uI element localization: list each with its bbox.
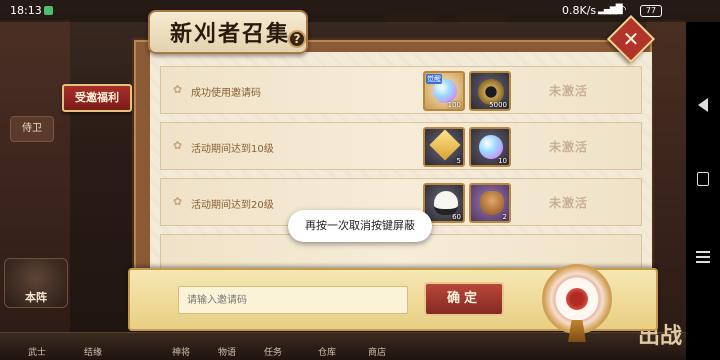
invite-code-panel: 确定	[128, 264, 658, 342]
title-plaque: 新刈者召集	[148, 10, 308, 54]
flower-icon: ✿	[173, 139, 183, 152]
recruit-dialog: ✿ 成功使用邀请码 觉醒 100 5000 未激活 ✿ 活动期间达到10级 5 …	[128, 10, 658, 342]
item-count: 60	[452, 213, 461, 221]
row-condition: 活动期间达到20级	[191, 200, 274, 211]
status-inactive: 未激活	[549, 140, 589, 154]
invite-code-input[interactable]	[178, 286, 408, 314]
reward-item-coin[interactable]: 5000	[469, 71, 511, 111]
status-time: 18:13	[10, 4, 42, 17]
dialog-title: 新刈者召集	[169, 21, 290, 47]
ornament-decoration	[530, 256, 626, 342]
recent-apps-icon[interactable]	[696, 248, 712, 264]
back-icon[interactable]	[698, 98, 708, 112]
nav-item-quest[interactable]: 任务	[264, 345, 282, 358]
row-condition: 活动期间达到10级	[191, 144, 274, 155]
nav-item-storage[interactable]: 仓库	[318, 345, 336, 358]
crystal-icon	[479, 135, 503, 159]
home-icon[interactable]	[697, 172, 709, 186]
item-count: 5000	[489, 101, 507, 109]
item-count: 100	[447, 101, 461, 109]
nav-item-samurai[interactable]: 武士	[28, 345, 46, 358]
gem-icon	[429, 129, 461, 161]
rice-ball-icon	[434, 191, 458, 215]
tab-invite-rewards[interactable]: 受邀福利	[62, 84, 132, 112]
flower-icon: ✿	[173, 83, 183, 96]
wifi-icon: ◠	[617, 3, 627, 16]
flower-icon: ✿	[173, 195, 183, 208]
reward-item-gem[interactable]: 5	[423, 127, 465, 167]
guard-button[interactable]: 侍卫	[10, 116, 54, 142]
status-inactive: 未激活	[549, 84, 589, 98]
notification-icon	[44, 6, 53, 15]
nav-item-shop[interactable]: 商店	[368, 345, 386, 358]
home-label: 本阵	[25, 291, 47, 304]
reward-row: ✿ 活动期间达到10级 5 10 未激活	[160, 122, 642, 170]
help-button[interactable]: ?	[288, 30, 306, 48]
close-icon: ✕	[622, 27, 640, 51]
nav-item-story[interactable]: 物语	[218, 345, 236, 358]
item-count: 5	[456, 157, 461, 165]
background-left-panel	[0, 20, 70, 360]
nav-item-bond[interactable]: 结缘	[84, 345, 102, 358]
reward-list: ✿ 成功使用邀请码 觉醒 100 5000 未激活 ✿ 活动期间达到10级 5 …	[150, 52, 652, 284]
nav-item-deity[interactable]: 神将	[172, 345, 190, 358]
item-count: 2	[502, 213, 507, 221]
confirm-button[interactable]: 确定	[424, 282, 504, 316]
reward-item-crystal[interactable]: 10	[469, 127, 511, 167]
item-count: 10	[498, 157, 507, 165]
status-inactive: 未激活	[549, 196, 589, 210]
home-button[interactable]: 本阵	[4, 258, 68, 308]
toast-message: 再按一次取消按键屏蔽	[288, 210, 432, 242]
flower-emblem-icon	[566, 288, 588, 310]
status-bar: 18:13 0.8K/s ▂▄▆█ ◠ 77	[0, 0, 720, 22]
reward-item-orb[interactable]: 觉醒 100	[423, 71, 465, 111]
system-navigation-bar	[686, 22, 720, 360]
battery-icon: 77	[640, 5, 662, 17]
reward-item-bag[interactable]: 2	[469, 183, 511, 223]
row-condition: 成功使用邀请码	[191, 88, 261, 99]
network-speed: 0.8K/s	[562, 4, 597, 17]
item-tag: 觉醒	[426, 74, 442, 84]
reward-row: ✿ 成功使用邀请码 觉醒 100 5000 未激活	[160, 66, 642, 114]
bag-icon	[480, 191, 504, 215]
